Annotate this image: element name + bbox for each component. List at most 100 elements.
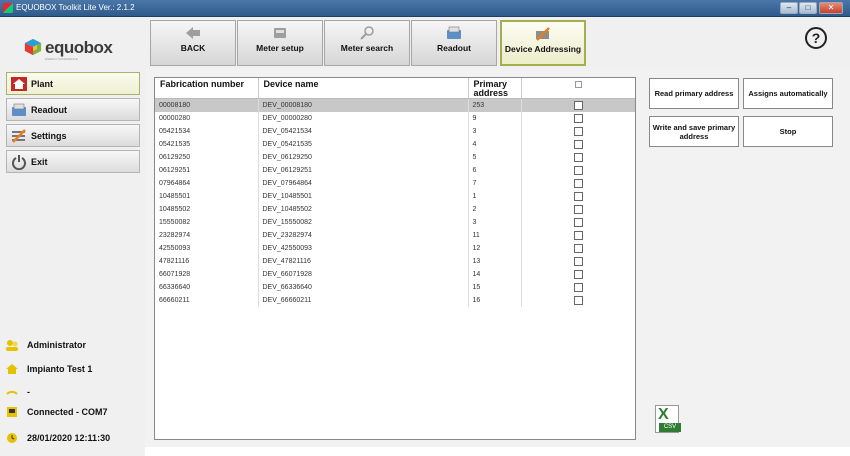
row-checkbox[interactable] <box>573 282 583 292</box>
table-row[interactable]: 15550082 DEV_15550082 3 <box>155 215 635 229</box>
read-primary-address-button[interactable]: Read primary address <box>649 78 739 109</box>
sidebar-item-label: Plant <box>31 78 54 89</box>
fabrication-cell: 42550093 <box>155 241 259 255</box>
select-all-checkbox[interactable] <box>574 81 582 89</box>
fabrication-cell: 05421534 <box>155 124 259 138</box>
table-row[interactable]: 06129250 DEV_06129250 5 <box>155 150 635 164</box>
fabrication-cell: 15550082 <box>155 215 259 229</box>
row-checkbox[interactable] <box>573 230 583 240</box>
export-csv-button[interactable]: X CSV <box>655 405 685 435</box>
column-header-device-name[interactable]: Device name <box>258 78 469 99</box>
row-checkbox[interactable] <box>573 269 583 279</box>
select-cell <box>521 177 635 190</box>
table-row[interactable]: 05421534 DEV_05421534 3 <box>155 124 635 138</box>
back-button[interactable]: BACK <box>150 20 236 66</box>
row-checkbox[interactable] <box>573 165 583 175</box>
select-cell <box>521 294 635 307</box>
table-row[interactable]: 23282974 DEV_23282974 11 <box>155 228 635 242</box>
row-checkbox[interactable] <box>573 126 583 136</box>
meter-search-button[interactable]: Meter search <box>324 20 410 66</box>
column-header-primary-address[interactable]: Primary address <box>468 78 522 99</box>
select-cell <box>521 216 635 229</box>
primary-address-cell: 7 <box>468 176 522 190</box>
help-icon[interactable]: ? <box>805 27 827 49</box>
device-name-cell: DEV_05421534 <box>258 124 469 138</box>
sidebar-item-label: Settings <box>31 130 67 141</box>
select-cell <box>521 98 635 112</box>
table-row[interactable]: 10485502 DEV_10485502 2 <box>155 202 635 216</box>
table-row[interactable]: 42550093 DEV_42550093 12 <box>155 241 635 255</box>
app-icon <box>3 3 13 13</box>
device-addressing-button[interactable]: Device Addressing <box>500 20 586 66</box>
row-checkbox[interactable] <box>573 152 583 162</box>
maximize-button[interactable]: □ <box>799 2 817 14</box>
stop-button[interactable]: Stop <box>743 116 833 147</box>
row-checkbox[interactable] <box>573 191 583 201</box>
device-name-cell: DEV_00008180 <box>258 98 469 112</box>
sidebar-item-exit[interactable]: Exit <box>6 150 140 173</box>
table-row[interactable]: 10485501 DEV_10485501 1 <box>155 189 635 203</box>
meter-setup-button[interactable]: Meter setup <box>237 20 323 66</box>
fabrication-cell: 10485502 <box>155 202 259 216</box>
settings-icon <box>12 128 26 143</box>
sidebar-item-settings[interactable]: Settings <box>6 124 140 147</box>
table-row[interactable]: 00008180 DEV_00008180 253 <box>155 98 635 112</box>
table-row[interactable]: 66071928 DEV_66071928 14 <box>155 267 635 281</box>
table-row[interactable]: 00000280 DEV_00000280 9 <box>155 111 635 125</box>
back-label: BACK <box>180 43 206 53</box>
home-icon <box>11 76 27 91</box>
fabrication-cell: 47821116 <box>155 254 259 268</box>
meter-setup-icon <box>274 28 286 38</box>
column-header-fabrication[interactable]: Fabrication number <box>155 78 259 99</box>
device-name-cell: DEV_66071928 <box>258 267 469 281</box>
row-checkbox[interactable] <box>573 217 583 227</box>
window-title: EQUOBOX Toolkit Lite Ver.: 2.1.2 <box>16 3 135 12</box>
fabrication-cell: 66660211 <box>155 293 259 307</box>
row-checkbox[interactable] <box>573 139 583 149</box>
close-button[interactable]: ✕ <box>819 2 843 14</box>
primary-address-cell: 14 <box>468 267 522 281</box>
table-row[interactable]: 05421535 DEV_05421535 4 <box>155 137 635 151</box>
table-row[interactable]: 66336640 DEV_66336640 15 <box>155 280 635 294</box>
row-checkbox[interactable] <box>573 295 583 305</box>
select-cell <box>521 112 635 125</box>
row-checkbox[interactable] <box>573 243 583 253</box>
row-checkbox[interactable] <box>573 204 583 214</box>
device-name-cell: DEV_42550093 <box>258 241 469 255</box>
primary-address-cell: 11 <box>468 228 522 242</box>
primary-address-cell: 2 <box>468 202 522 216</box>
readout-label: Readout <box>437 43 471 53</box>
row-checkbox[interactable] <box>573 100 583 110</box>
device-name-cell: DEV_66660211 <box>258 293 469 307</box>
logo-tagline: ENERGY EXPERIENCE <box>45 57 78 61</box>
table-row[interactable]: 06129251 DEV_06129251 6 <box>155 163 635 177</box>
device-table: Fabrication number Device name Primary a… <box>154 77 636 440</box>
device-name-cell: DEV_00000280 <box>258 111 469 125</box>
readout-button[interactable]: Readout <box>411 20 497 66</box>
readout-icon <box>12 103 26 116</box>
toolbar: BACK Meter setup Meter search Readout De… <box>145 17 850 69</box>
select-cell <box>521 242 635 255</box>
row-checkbox[interactable] <box>573 113 583 123</box>
row-checkbox[interactable] <box>573 256 583 266</box>
device-name-cell: DEV_07964864 <box>258 176 469 190</box>
equobox-logo: equobox ENERGY EXPERIENCE <box>24 34 134 64</box>
table-row[interactable]: 47821116 DEV_47821116 13 <box>155 254 635 268</box>
plant-name: Impianto Test 1 <box>27 364 93 374</box>
maximize-icon: □ <box>805 3 811 12</box>
meter-search-label: Meter search <box>340 43 394 53</box>
power-icon <box>12 154 26 170</box>
datetime: 28/01/2020 12:11:30 <box>27 433 111 443</box>
sidebar-item-readout[interactable]: Readout <box>6 98 140 121</box>
device-name-cell: DEV_66336640 <box>258 280 469 294</box>
table-row[interactable]: 66660211 DEV_66660211 16 <box>155 293 635 307</box>
select-cell <box>521 164 635 177</box>
search-icon <box>360 26 374 40</box>
row-checkbox[interactable] <box>573 178 583 188</box>
minimize-button[interactable]: – <box>780 2 798 14</box>
table-row[interactable]: 07964864 DEV_07964864 7 <box>155 176 635 190</box>
main-content: Fabrication number Device name Primary a… <box>145 69 850 447</box>
sidebar-item-plant[interactable]: Plant <box>6 72 140 95</box>
assign-automatically-button[interactable]: Assigns automatically <box>743 78 833 109</box>
write-save-primary-address-button[interactable]: Write and save primary address <box>649 116 739 147</box>
